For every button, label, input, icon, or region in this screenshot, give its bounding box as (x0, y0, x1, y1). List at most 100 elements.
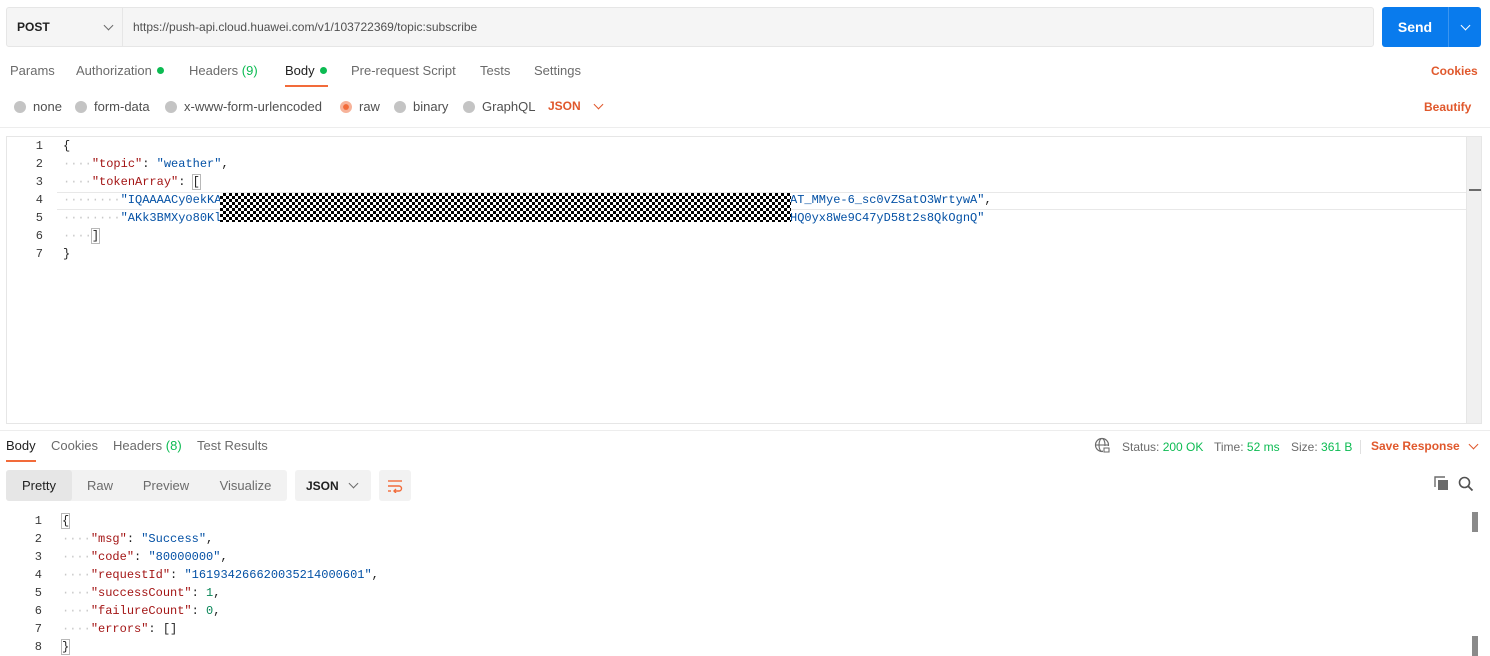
radio-graphql[interactable]: GraphQL (463, 99, 535, 114)
method-select[interactable]: POST (7, 8, 123, 46)
code-line: AT_MMye-6_sc0vZSatO3WrtywA", (790, 191, 992, 209)
tab-params[interactable]: Params (10, 63, 55, 78)
code-line: ········"IQAAAACy0ekKA (63, 191, 221, 209)
format-select[interactable]: JSON (295, 470, 371, 501)
tab-tests[interactable]: Tests (480, 63, 510, 78)
code-line: HQ0yx8We9C47yD58t2s8QkOgnQ" (790, 209, 984, 227)
time-label: Time: (1214, 440, 1244, 454)
chevron-down-icon (593, 99, 604, 109)
globe-icon[interactable] (1094, 437, 1110, 456)
radio-urlencoded-label: x-www-form-urlencoded (184, 99, 322, 114)
response-scrollbar-thumb[interactable] (1472, 512, 1478, 532)
json-value: "80000000" (148, 550, 221, 564)
json-sep: : (126, 532, 142, 546)
json-sep: : (191, 586, 207, 600)
json-value: "Success" (141, 532, 207, 546)
wrap-lines-button[interactable] (379, 470, 411, 501)
view-visualize[interactable]: Visualize (204, 470, 287, 501)
code-line: ····"errors": [] (62, 620, 177, 638)
response-tab-body[interactable]: Body (6, 438, 36, 453)
indent-guide: ···· (62, 532, 91, 546)
tab-settings[interactable]: Settings (534, 63, 581, 78)
editor-scrollbar-thumb[interactable] (1469, 189, 1481, 191)
json-key: "failureCount" (90, 604, 192, 618)
response-scrollbar-thumb[interactable] (1472, 636, 1478, 656)
code-line: ····"code": "80000000", (62, 548, 228, 566)
json-comma: , (213, 586, 221, 600)
radio-none[interactable]: none (14, 99, 62, 114)
time-info[interactable]: Time: 52 ms (1214, 440, 1280, 454)
status-info: Status: 200 OK (1122, 440, 1203, 454)
view-preview[interactable]: Preview (128, 470, 204, 501)
size-value: 361 B (1321, 440, 1353, 454)
wrap-lines-icon (388, 479, 403, 493)
radio-urlencoded[interactable]: x-www-form-urlencoded (165, 99, 322, 114)
tab-authorization[interactable]: Authorization (76, 63, 164, 78)
code-line: ····"tokenArray": [ (63, 173, 201, 191)
status-value: 200 OK (1162, 440, 1204, 454)
radio-raw[interactable]: raw (340, 99, 380, 114)
copy-icon[interactable] (1434, 476, 1449, 494)
brace: } (63, 247, 71, 261)
tab-headers-label: Headers (189, 63, 239, 78)
line-number: 5 (35, 211, 43, 225)
code-line: { (60, 512, 71, 530)
line-number: 6 (35, 229, 43, 243)
method-label: POST (17, 20, 50, 34)
redaction-mask (220, 193, 791, 222)
json-value: "161934266620035214000601" (184, 568, 372, 582)
search-icon[interactable] (1458, 476, 1474, 495)
view-pretty[interactable]: Pretty (6, 470, 72, 501)
response-tab-cookies[interactable]: Cookies (51, 438, 98, 453)
cookies-link[interactable]: Cookies (1431, 64, 1478, 78)
code-line: ····] (63, 227, 101, 245)
time-value: 52 ms (1246, 440, 1280, 454)
radio-circle (394, 100, 406, 113)
json-sep: : (178, 175, 193, 189)
json-key: "topic" (91, 157, 143, 171)
editor-scrollbar[interactable] (1466, 137, 1481, 423)
json-sep: : (191, 604, 207, 618)
token-value-start: "IQAAAACy0ekKA (120, 193, 222, 207)
view-mode-tabs: Pretty Raw Preview Visualize (6, 470, 287, 501)
request-url-bar: POST https://push-api.cloud.huawei.com/v… (6, 7, 1374, 47)
response-body-viewer[interactable]: 1 2 3 4 5 6 7 8 { ····"msg": "Success", … (6, 512, 1482, 656)
send-button[interactable]: Send (1382, 7, 1449, 47)
size-info[interactable]: Size: 361 B (1291, 440, 1352, 454)
indent-guide: ···· (63, 157, 92, 171)
json-comma: , (220, 550, 228, 564)
language-select[interactable]: JSON (548, 99, 604, 113)
url-input[interactable]: https://push-api.cloud.huawei.com/v1/103… (123, 8, 477, 46)
brace: { (63, 139, 71, 153)
response-tab-headers[interactable]: Headers (8) (113, 438, 182, 453)
line-number: 7 (34, 622, 42, 636)
radio-form-data[interactable]: form-data (75, 99, 150, 114)
view-raw[interactable]: Raw (72, 470, 128, 501)
radio-binary[interactable]: binary (394, 99, 448, 114)
json-comma: , (371, 568, 379, 582)
radio-none-label: none (33, 99, 62, 114)
tab-headers[interactable]: Headers (9) (189, 63, 258, 78)
response-tab-test-results[interactable]: Test Results (197, 438, 268, 453)
code-line: ····"successCount": 1, (62, 584, 220, 602)
line-number: 1 (35, 139, 43, 153)
indent-guide: ···· (62, 604, 91, 618)
request-body-editor[interactable]: 1 2 3 4 5 6 7 { ····"topic": "weather", … (6, 136, 1482, 424)
json-key: "tokenArray" (91, 175, 179, 189)
headers-count: (9) (241, 63, 258, 78)
chevron-down-icon (103, 20, 114, 30)
chevron-down-icon (348, 478, 359, 489)
json-sep: : (134, 550, 149, 564)
beautify-button[interactable]: Beautify (1424, 100, 1471, 114)
tab-body[interactable]: Body (285, 63, 327, 78)
save-response-button[interactable]: Save Response (1371, 439, 1479, 453)
line-number: 5 (34, 586, 42, 600)
tab-pre-request-script[interactable]: Pre-request Script (351, 63, 456, 78)
code-line: ····"topic": "weather", (63, 155, 229, 173)
code-line: } (60, 638, 71, 656)
json-comma: , (213, 604, 221, 618)
send-options-button[interactable] (1449, 7, 1481, 47)
token-value-start: "AKk3BMXyo80Kl (120, 211, 222, 225)
indent-guide: ···· (62, 586, 91, 600)
line-number: 1 (34, 514, 42, 528)
